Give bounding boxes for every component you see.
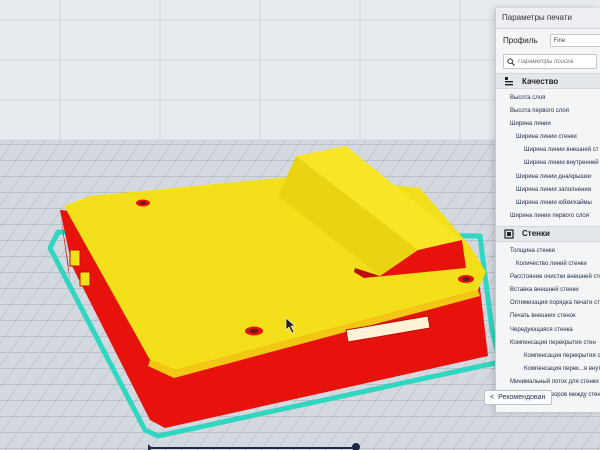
profile-row: Профиль Fine xyxy=(496,29,600,51)
setting-item[interactable]: Ширина линии юбки/каймы xyxy=(496,197,600,210)
profile-label: Профиль xyxy=(503,35,538,45)
search-input[interactable] xyxy=(518,58,588,65)
quality-icon xyxy=(504,76,516,86)
setting-item[interactable]: Чередующаяся стенка xyxy=(496,324,600,337)
section-title: Качество xyxy=(522,76,559,86)
settings-list: Качество Высота слоя Высота первого слоя Ши… xyxy=(496,73,600,402)
print-settings-panel: Параметры печати Профиль Fine Качество Вы… xyxy=(495,8,600,412)
panel-title: Параметры печати xyxy=(496,8,600,29)
setting-item[interactable]: Высота первого слоя xyxy=(496,105,600,118)
setting-item[interactable]: Компенсация перекрытия стен xyxy=(496,337,600,350)
profile-select[interactable]: Fine xyxy=(549,33,600,47)
setting-item[interactable]: Высота слоя xyxy=(496,92,600,105)
setting-item[interactable]: Ширина линии дна/крышки xyxy=(496,171,600,184)
setting-item[interactable]: Расстояние очистки внешней стенки xyxy=(496,271,600,284)
section-header-0[interactable]: Качество xyxy=(496,73,600,89)
setting-item[interactable]: Ширина линии внутренней xyxy=(496,157,600,170)
setting-item[interactable]: Оптимизация порядка печати стенок xyxy=(496,297,600,310)
search-icon xyxy=(504,57,518,66)
setting-item[interactable]: Ширина линии заполнения xyxy=(496,184,600,197)
walls-icon xyxy=(504,229,516,239)
setting-item[interactable]: Ширина линии первого слоя xyxy=(496,210,600,223)
section-title: Стенки xyxy=(522,229,550,239)
setting-item[interactable]: Компенсация перекрытия стен xyxy=(496,350,600,363)
setting-item[interactable]: Компенсация перек...я внутренних xyxy=(496,363,600,376)
section-header-1[interactable]: Стенки xyxy=(496,225,600,242)
setting-item[interactable]: Толщина стенки xyxy=(496,245,600,258)
setting-item[interactable]: Вставка внешней стенки xyxy=(496,284,600,297)
setting-item[interactable]: Количество линий стенки xyxy=(496,258,600,271)
setting-item[interactable]: Ширина линии внешней ст xyxy=(496,144,600,157)
setting-item[interactable]: Ширина линии стенки xyxy=(496,131,600,144)
recommended-button[interactable]: < Рекомендован xyxy=(484,390,552,405)
setting-item[interactable]: Минимальный поток для стенки xyxy=(496,376,600,389)
recommended-label: Рекомендован xyxy=(498,394,546,401)
chevron-left-icon: < xyxy=(490,394,495,401)
setting-item[interactable]: Печать внешних стенок xyxy=(496,310,600,323)
setting-item[interactable]: Ширина линии xyxy=(496,118,600,131)
search-field[interactable] xyxy=(503,54,597,69)
